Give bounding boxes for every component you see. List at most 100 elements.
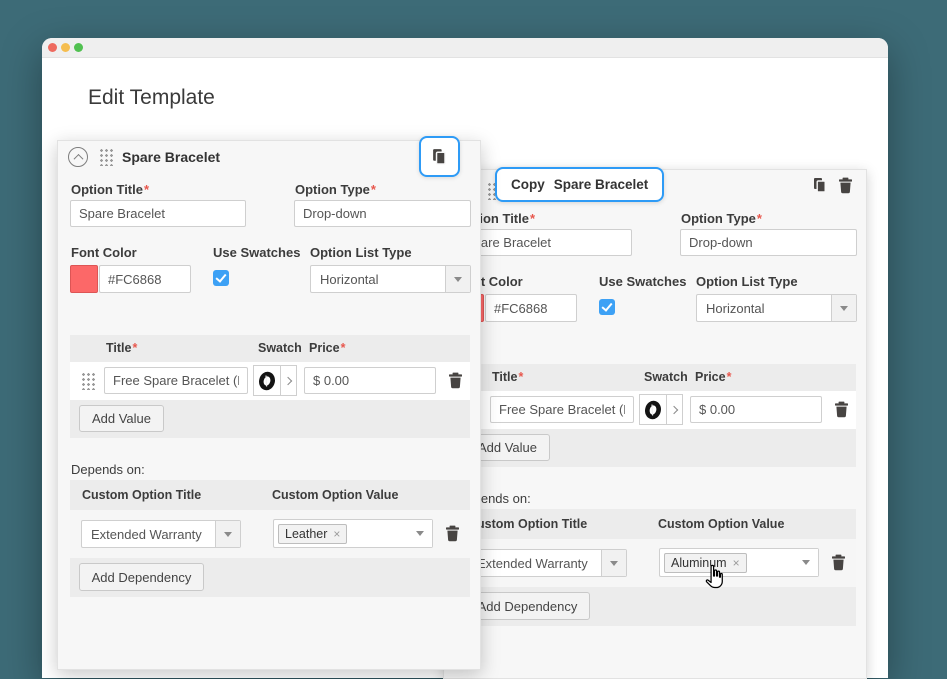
row-drag-handle-icon[interactable] <box>81 372 95 390</box>
chevron-down-icon <box>415 531 424 536</box>
chevron-right-icon <box>283 376 292 385</box>
dependency-footer: Add Dependency <box>70 558 470 597</box>
value-row <box>70 362 470 400</box>
option-title-input[interactable] <box>456 229 632 256</box>
col-custom-option-title: Custom Option Title <box>82 488 202 502</box>
dependency-footer: Add Dependency <box>456 587 856 626</box>
dependency-header: Custom Option Title Custom Option Value <box>456 509 856 539</box>
option-card-copy: Copy Spare Bracelet Option Title* Option… <box>443 167 867 679</box>
col-custom-option-value: Custom Option Value <box>272 488 399 502</box>
remove-tag-icon[interactable]: × <box>333 527 340 541</box>
use-swatches-checkbox[interactable] <box>599 299 615 315</box>
chevron-down-icon <box>454 276 462 282</box>
dependency-row: Extended Warranty Leather × <box>70 510 470 558</box>
chevron-down-icon <box>840 305 848 311</box>
custom-option-title-select[interactable]: Extended Warranty <box>81 520 241 548</box>
custom-option-value-select[interactable]: Leather × <box>273 519 433 548</box>
remove-tag-icon[interactable]: × <box>733 556 740 570</box>
dependency-row: Extended Warranty Aluminum × <box>456 539 856 587</box>
option-list-type-select[interactable]: Horizontal <box>696 294 857 322</box>
delete-dependency-button[interactable] <box>831 554 846 574</box>
chevron-right-icon <box>669 405 678 414</box>
value-swatch-button[interactable] <box>639 394 667 425</box>
value-row <box>456 391 856 429</box>
page-title: Edit Template <box>88 86 215 109</box>
chevron-down-icon <box>610 560 618 566</box>
collapse-card-button[interactable] <box>68 147 88 167</box>
use-swatches-label: Use Swatches <box>599 274 687 289</box>
copy-drag-badge: Copy Spare Bracelet <box>495 167 665 202</box>
close-window-icon[interactable] <box>48 43 57 52</box>
duplicate-option-button[interactable] <box>419 136 460 177</box>
value-tag: Aluminum × <box>664 552 747 573</box>
select-caret[interactable] <box>601 550 626 576</box>
option-type-input[interactable] <box>680 229 857 256</box>
trash-icon <box>832 554 845 571</box>
option-list-type-label: Option List Type <box>696 274 798 289</box>
delete-value-button[interactable] <box>834 401 849 421</box>
values-table-header: Title* Swatch Price* <box>456 364 856 391</box>
card-title: Spare Bracelet <box>122 149 221 165</box>
swatch-expand-button[interactable] <box>667 394 683 425</box>
option-type-input[interactable] <box>294 200 471 227</box>
select-caret[interactable] <box>407 520 432 547</box>
dependency-table: Custom Option Title Custom Option Value … <box>70 480 470 597</box>
custom-option-value-select[interactable]: Aluminum × <box>659 548 819 577</box>
copy-badge-action: Copy <box>511 177 545 192</box>
values-table-header: Title* Swatch Price* <box>70 335 470 362</box>
add-dependency-button[interactable]: Add Dependency <box>465 592 590 620</box>
value-title-input[interactable] <box>104 367 248 394</box>
trash-icon <box>839 177 852 194</box>
value-price-input[interactable] <box>690 396 822 423</box>
drag-handle-icon[interactable] <box>99 148 113 166</box>
option-list-type-label: Option List Type <box>310 245 412 260</box>
option-list-type-select[interactable]: Horizontal <box>310 265 471 293</box>
trash-icon <box>449 372 462 389</box>
swatch-expand-button[interactable] <box>281 365 297 396</box>
col-custom-option-value: Custom Option Value <box>658 517 785 531</box>
delete-value-button[interactable] <box>448 372 463 392</box>
chevron-down-icon <box>801 560 810 565</box>
font-color-input[interactable] <box>485 294 577 322</box>
window-titlebar[interactable] <box>42 38 888 58</box>
value-swatch-button[interactable] <box>253 365 281 396</box>
col-title-label: Title* <box>492 370 524 384</box>
chevron-down-icon <box>224 531 232 537</box>
zoom-window-icon[interactable] <box>74 43 83 52</box>
duplicate-option-button[interactable] <box>812 177 828 196</box>
delete-dependency-button[interactable] <box>445 525 460 545</box>
chevron-up-icon <box>73 153 83 164</box>
col-swatch-label: Swatch <box>258 341 302 355</box>
delete-option-button[interactable] <box>838 177 853 197</box>
col-custom-option-title: Custom Option Title <box>468 517 588 531</box>
font-color-swatch[interactable] <box>70 265 98 293</box>
add-dependency-button[interactable]: Add Dependency <box>79 563 204 591</box>
custom-option-title-select[interactable]: Extended Warranty <box>467 549 627 577</box>
value-title-input[interactable] <box>490 396 634 423</box>
add-value-button[interactable]: Add Value <box>79 405 164 432</box>
copy-icon <box>813 177 826 193</box>
value-tag: Leather × <box>278 523 348 544</box>
use-swatches-label: Use Swatches <box>213 245 301 260</box>
values-table-footer: Add Value <box>70 400 470 438</box>
select-caret[interactable] <box>831 295 856 321</box>
dependency-header: Custom Option Title Custom Option Value <box>70 480 470 510</box>
col-price-label: Price* <box>695 370 732 384</box>
trash-icon <box>835 401 848 418</box>
minimize-window-icon[interactable] <box>61 43 70 52</box>
col-title-label: Title* <box>106 341 138 355</box>
value-price-input[interactable] <box>304 367 436 394</box>
values-table: Title* Swatch Price* Add Value <box>456 364 856 467</box>
dependency-table: Custom Option Title Custom Option Value … <box>456 509 856 626</box>
copy-icon <box>432 148 446 165</box>
select-caret[interactable] <box>445 266 470 292</box>
use-swatches-checkbox[interactable] <box>213 270 229 286</box>
values-table: Title* Swatch Price* Add Value <box>70 335 470 438</box>
select-caret[interactable] <box>793 549 818 576</box>
option-card-original: Spare Bracelet Option Title* Option Type… <box>57 136 481 670</box>
select-caret[interactable] <box>215 521 240 547</box>
copy-badge-title: Spare Bracelet <box>553 177 649 192</box>
font-color-input[interactable] <box>99 265 191 293</box>
option-title-input[interactable] <box>70 200 246 227</box>
option-type-label: Option Type* <box>681 211 762 226</box>
